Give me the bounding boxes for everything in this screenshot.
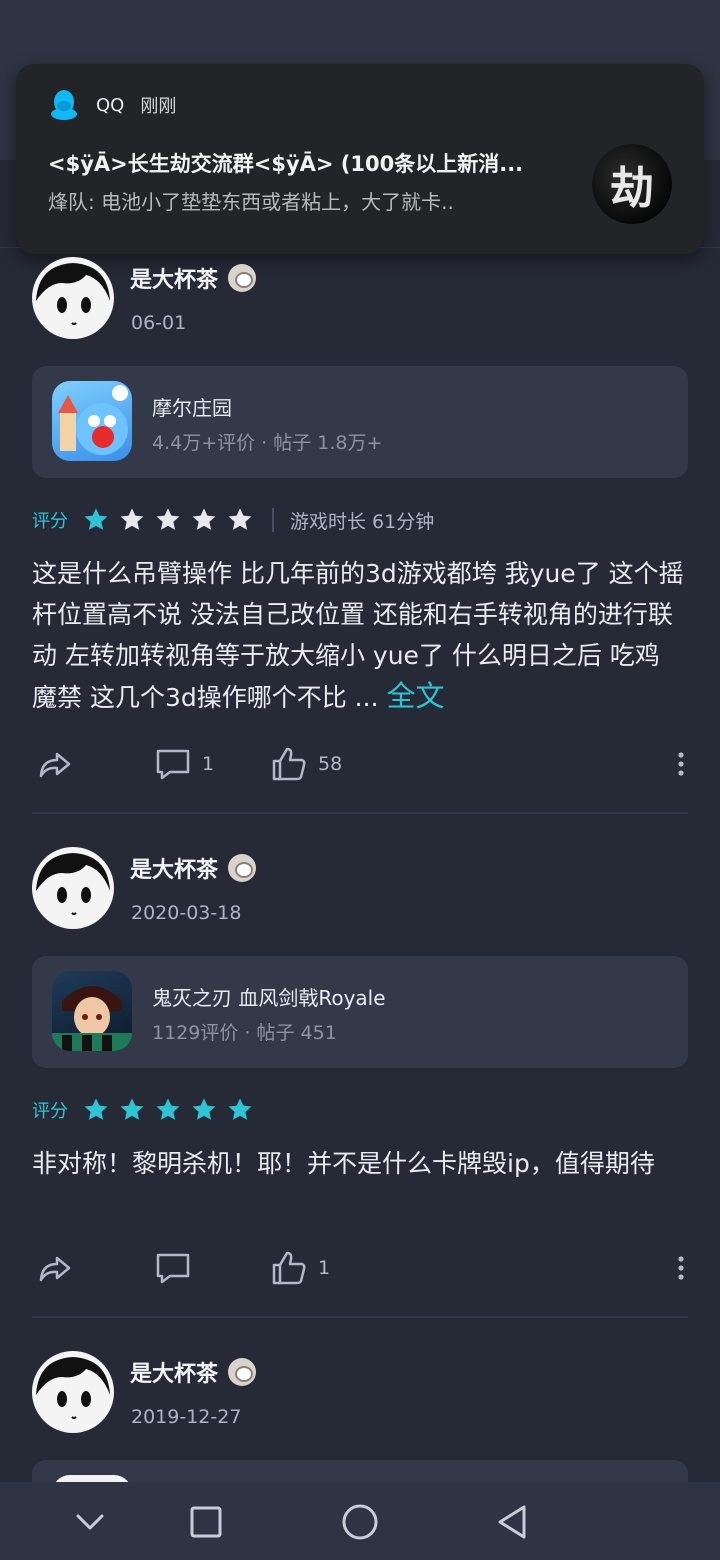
game-meta: 1129评价 · 帖子 451 (152, 1022, 337, 1044)
game-card[interactable]: 鬼灭之刃 血风剑戟Royale 1129评价 · 帖子 451 (32, 956, 688, 1068)
notification-time: 刚刚 (140, 96, 177, 117)
notification-app-name: QQ (96, 94, 125, 116)
comment-button[interactable] (154, 1249, 202, 1287)
home-circle-icon[interactable] (338, 1500, 382, 1544)
review-text: 非对称！黎明杀机！耶！并不是什么卡牌毁ip，值得期待 (32, 1149, 655, 1178)
post-date: 2020-03-18 (131, 902, 242, 924)
game-icon-demon-slayer (52, 971, 132, 1051)
star-filled-icon (84, 1098, 108, 1120)
comment-button[interactable]: 1 (154, 745, 214, 783)
game-icon-mole-manor (52, 381, 132, 461)
review-text: 这是什么吊臂操作 比几年前的3d游戏都垮 我yue了 这个摇杆位置高不说 没法自… (32, 559, 684, 712)
review-content[interactable]: 非对称！黎明杀机！耶！并不是什么卡牌毁ip，值得期待 (32, 1143, 692, 1184)
avatar[interactable] (32, 257, 114, 339)
post-divider (32, 812, 688, 814)
post-date: 2019-12-27 (131, 1406, 242, 1428)
qq-penguin-icon (51, 90, 77, 120)
recent-apps-square-icon[interactable] (184, 1500, 228, 1544)
comment-icon (156, 749, 190, 780)
rating-label: 评分 (32, 511, 68, 532)
game-meta: 4.4万+评价 · 帖子 1.8万+ (152, 432, 383, 454)
playtime: 游戏时长 61分钟 (290, 510, 435, 533)
star-empty-icon (192, 508, 216, 530)
notification-avatar-char: 劫 (610, 163, 654, 214)
qq-notification[interactable]: QQ 刚刚 <$ÿĀ>长生劫交流群<$ÿĀ> (100条以上新消... 烽队: … (16, 64, 704, 254)
chevron-down-icon[interactable] (68, 1500, 112, 1544)
share-button[interactable] (36, 1249, 74, 1287)
star-filled-icon (120, 1098, 144, 1120)
user-badge-icon (228, 264, 257, 292)
star-filled-icon (192, 1098, 216, 1120)
more-options-button[interactable] (662, 745, 700, 783)
star-filled-icon (228, 1098, 252, 1120)
share-icon (39, 752, 71, 778)
avatar[interactable] (32, 847, 114, 929)
rating-label: 评分 (32, 1101, 68, 1122)
notification-title: <$ÿĀ>长生劫交流群<$ÿĀ> (100条以上新消... (48, 152, 524, 176)
rating-row: 评分 (32, 1096, 262, 1124)
avatar[interactable] (32, 1351, 114, 1433)
more-vertical-icon (678, 752, 684, 776)
comment-icon (156, 1253, 190, 1284)
thumbs-up-icon (272, 1251, 306, 1285)
rating-row: 评分 游戏时长 61分钟 (32, 506, 434, 534)
share-button[interactable] (36, 745, 74, 783)
rating-divider (272, 508, 274, 532)
back-triangle-icon[interactable] (490, 1500, 534, 1544)
notification-body: 烽队: 电池小了垫垫东西或者粘上，大了就卡.. (48, 190, 454, 214)
like-button[interactable]: 58 (270, 745, 342, 783)
share-icon (39, 1256, 71, 1282)
user-badge-icon (228, 1358, 257, 1386)
more-vertical-icon (678, 1256, 684, 1280)
like-count: 1 (318, 1257, 331, 1279)
game-card[interactable]: 摩尔庄园 4.4万+评价 · 帖子 1.8万+ (32, 366, 688, 478)
notification-avatar: 劫 (592, 144, 672, 224)
game-name: 摩尔庄园 (152, 396, 232, 420)
username[interactable]: 是大杯茶 (130, 262, 257, 294)
star-empty-icon (156, 508, 180, 530)
post-divider (32, 1316, 688, 1318)
action-bar: 1 (0, 1249, 720, 1289)
thumbs-up-icon (272, 747, 306, 781)
fulltext-link[interactable]: 全文 (386, 679, 444, 713)
star-filled-icon (156, 1098, 180, 1120)
username[interactable]: 是大杯茶 (130, 852, 257, 884)
username[interactable]: 是大杯茶 (130, 1356, 257, 1388)
star-empty-icon (228, 508, 252, 530)
game-name: 鬼灭之刃 血风剑戟Royale (152, 986, 386, 1010)
like-button[interactable]: 1 (270, 1249, 330, 1287)
post-date: 06-01 (131, 312, 187, 334)
comment-count: 1 (202, 753, 215, 775)
like-count: 58 (318, 753, 343, 775)
notification-app-row: QQ 刚刚 (50, 88, 176, 122)
action-bar: 1 58 (0, 745, 720, 785)
system-nav-bar (0, 1482, 720, 1560)
review-content[interactable]: 这是什么吊臂操作 比几年前的3d游戏都垮 我yue了 这个摇杆位置高不说 没法自… (32, 553, 692, 718)
star-empty-icon (120, 508, 144, 530)
star-filled-icon (84, 508, 108, 530)
user-badge-icon (228, 854, 257, 882)
more-options-button[interactable] (662, 1249, 700, 1287)
